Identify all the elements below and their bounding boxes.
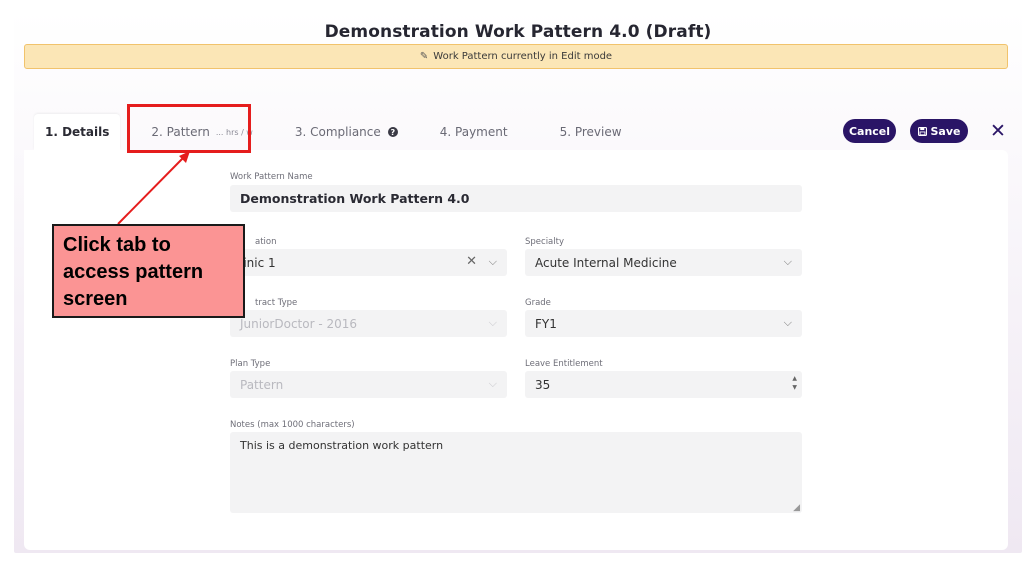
clear-x-icon[interactable]: ✕ (466, 254, 477, 269)
specialty-label: Specialty (525, 237, 564, 247)
tab-bar: 1. Details 2. Pattern ... hrs / w 3. Com… (34, 114, 633, 150)
name-label: Work Pattern Name (230, 172, 313, 182)
close-icon[interactable]: ✕ (986, 119, 1010, 143)
edit-mode-text: Work Pattern currently in Edit mode (433, 51, 613, 62)
number-stepper-icon[interactable]: ▲ ▼ (792, 374, 797, 392)
notes-label: Notes (max 1000 characters) (230, 420, 355, 430)
tab-details[interactable]: 1. Details (34, 114, 121, 150)
location-select[interactable]: linic 1 ✕ ⌵ (230, 249, 507, 276)
leave-entitlement-input[interactable]: 35 ▲ ▼ (525, 371, 802, 398)
floppy-disk-icon (917, 126, 927, 136)
contract-type-value: JuniorDoctor - 2016 (240, 316, 358, 331)
help-circle-icon[interactable]: ? (387, 127, 398, 137)
tab-payment-label: 4. Payment (439, 125, 508, 139)
cancel-button[interactable]: Cancel (843, 119, 896, 143)
location-label: ation (255, 237, 277, 247)
save-button-label: Save (930, 124, 961, 138)
pattern-tab-highlight (127, 104, 251, 153)
grade-value: FY1 (535, 316, 557, 331)
specialty-value: Acute Internal Medicine (535, 255, 677, 270)
location-value: linic 1 (240, 255, 276, 270)
details-panel: Work Pattern Name Demonstration Work Pat… (24, 150, 1008, 550)
contract-type-label: tract Type (255, 298, 298, 308)
notes-textarea[interactable]: This is a demonstration work pattern ◢ (230, 432, 802, 513)
contract-type-select: JuniorDoctor - 2016 ⌵ (230, 310, 507, 337)
chevron-down-icon[interactable]: ⌵ (784, 316, 792, 330)
pencil-icon: ✎ (419, 51, 429, 62)
chevron-down-icon: ⌵ (488, 316, 497, 329)
tab-payment[interactable]: 4. Payment (429, 114, 519, 150)
specialty-select[interactable]: Acute Internal Medicine ⌵ (525, 249, 802, 276)
tab-preview-label: 5. Preview (559, 125, 622, 139)
chevron-down-icon[interactable]: ⌵ (489, 255, 497, 269)
tab-compliance[interactable]: 3. Compliance ? (284, 114, 409, 150)
leave-entitlement-label: Leave Entitlement (525, 359, 603, 369)
tab-details-label: 1. Details (45, 125, 110, 139)
tab-compliance-label: 3. Compliance (294, 125, 381, 139)
leave-entitlement-value: 35 (535, 377, 551, 392)
resize-grip-icon[interactable]: ◢ (793, 503, 800, 513)
save-button[interactable]: Save (910, 119, 968, 143)
work-pattern-name-input[interactable]: Demonstration Work Pattern 4.0 (230, 185, 802, 212)
page-title: Demonstration Work Pattern 4.0 (Draft) (324, 22, 712, 42)
grade-label: Grade (525, 298, 551, 308)
notes-value: This is a demonstration work pattern (240, 439, 444, 452)
plan-type-label: Plan Type (230, 359, 271, 369)
tab-preview[interactable]: 5. Preview (549, 114, 633, 150)
instruction-callout: Click tab to access pattern screen (52, 224, 245, 318)
chevron-down-icon[interactable]: ⌵ (784, 255, 792, 269)
grade-select[interactable]: FY1 ⌵ (525, 310, 802, 337)
edit-mode-banner: ✎ Work Pattern currently in Edit mode (24, 44, 1008, 69)
plan-type-select: Pattern ⌵ (230, 371, 507, 398)
plan-type-value: Pattern (240, 377, 284, 392)
chevron-down-icon: ⌵ (488, 377, 497, 390)
